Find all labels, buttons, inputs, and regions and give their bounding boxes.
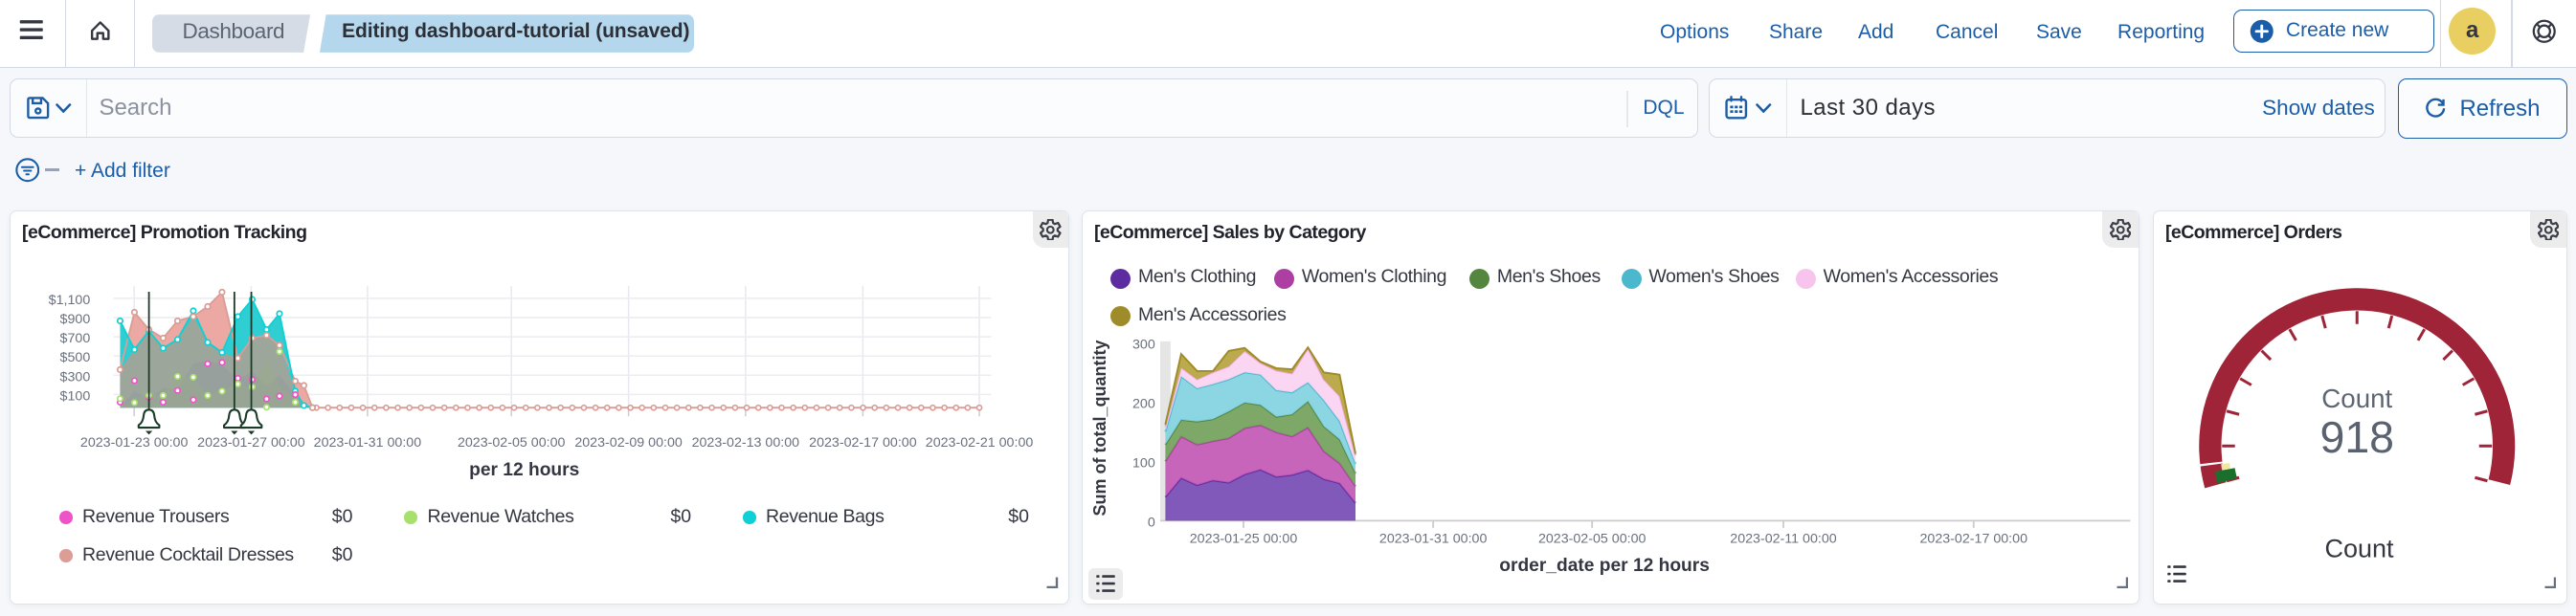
svg-text:per 12 hours: per 12 hours	[469, 460, 579, 480]
svg-text:2023-02-21 00:00: 2023-02-21 00:00	[926, 435, 1034, 451]
svg-text:0: 0	[1148, 515, 1155, 530]
svg-text:2023-02-09 00:00: 2023-02-09 00:00	[574, 435, 683, 451]
svg-text:100: 100	[1132, 455, 1155, 471]
svg-text:$100: $100	[60, 388, 91, 404]
svg-text:$700: $700	[60, 331, 91, 346]
svg-text:2023-02-17 00:00: 2023-02-17 00:00	[1919, 532, 2027, 547]
svg-text:$300: $300	[60, 369, 91, 385]
svg-text:200: 200	[1132, 396, 1155, 411]
svg-text:2023-01-31 00:00: 2023-01-31 00:00	[314, 435, 422, 451]
svg-text:2023-01-23 00:00: 2023-01-23 00:00	[80, 435, 189, 451]
svg-text:$900: $900	[60, 312, 91, 327]
svg-text:2023-01-31 00:00: 2023-01-31 00:00	[1379, 532, 1488, 547]
svg-text:2023-01-25 00:00: 2023-01-25 00:00	[1190, 532, 1298, 547]
svg-text:Sum of total_quantity: Sum of total_quantity	[1090, 341, 1109, 517]
svg-text:$1,100: $1,100	[49, 293, 91, 308]
svg-text:2023-02-05 00:00: 2023-02-05 00:00	[458, 435, 566, 451]
svg-text:order_date per 12 hours: order_date per 12 hours	[1499, 556, 1710, 576]
svg-text:Count: Count	[2324, 535, 2394, 563]
svg-text:$500: $500	[60, 350, 91, 365]
svg-text:2023-02-11 00:00: 2023-02-11 00:00	[1730, 532, 1837, 547]
svg-text:2023-02-17 00:00: 2023-02-17 00:00	[809, 435, 917, 451]
svg-text:2023-02-05 00:00: 2023-02-05 00:00	[1538, 532, 1646, 547]
svg-text:918: 918	[2319, 412, 2394, 462]
svg-text:2023-01-27 00:00: 2023-01-27 00:00	[197, 435, 305, 451]
svg-text:2023-02-13 00:00: 2023-02-13 00:00	[692, 435, 800, 451]
svg-text:300: 300	[1132, 337, 1155, 352]
svg-text:Count: Count	[2321, 384, 2392, 413]
